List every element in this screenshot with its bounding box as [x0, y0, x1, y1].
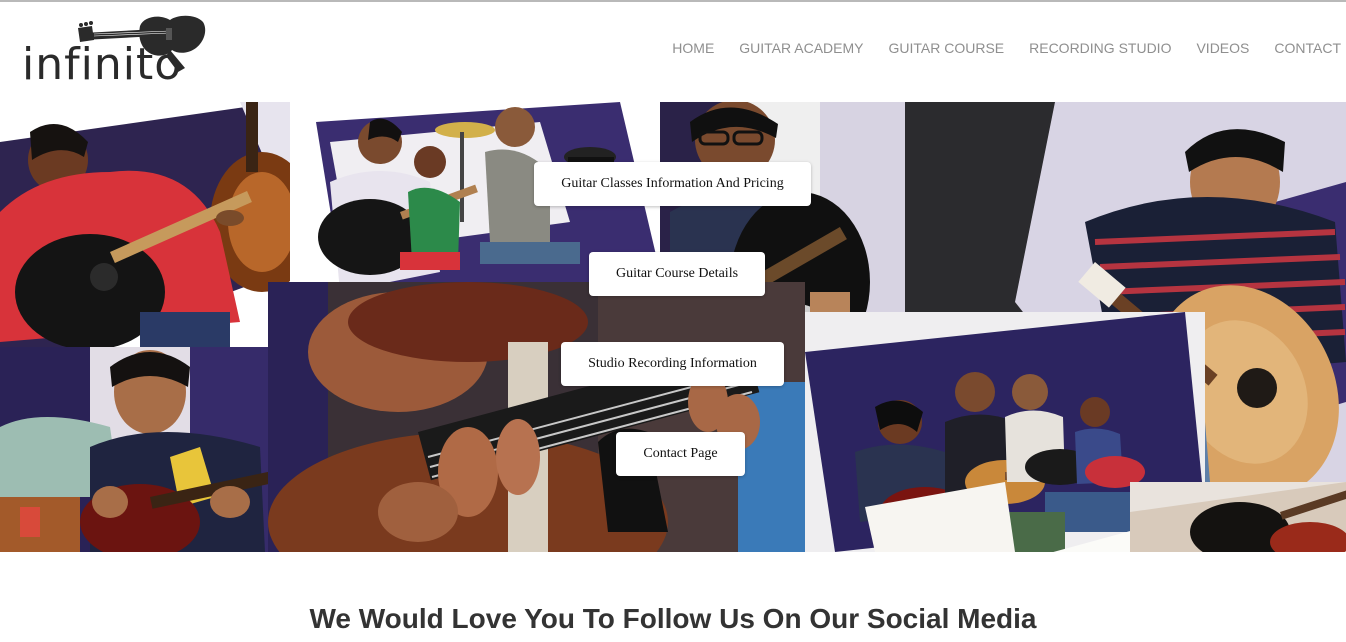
- nav-item-guitar-academy[interactable]: GUITAR ACADEMY: [727, 38, 876, 58]
- main-nav: HOME GUITAR ACADEMY GUITAR COURSE RECORD…: [660, 38, 1341, 58]
- photo-bottom-right: [1130, 482, 1346, 552]
- guitar-course-details-button[interactable]: Guitar Course Details: [589, 252, 765, 296]
- photo-guitar-closeup: [268, 282, 805, 552]
- studio-recording-info-button[interactable]: Studio Recording Information: [561, 342, 784, 386]
- photo-navy-tshirt-guitarist: [0, 347, 270, 552]
- nav-item-videos[interactable]: VIDEOS: [1184, 38, 1262, 58]
- logo-text: infinito: [22, 39, 183, 90]
- site-header: infinito HOME GUITAR ACADEMY GUITAR COUR…: [0, 2, 1346, 102]
- nav-item-home[interactable]: HOME: [660, 38, 727, 58]
- guitar-classes-pricing-button[interactable]: Guitar Classes Information And Pricing: [534, 162, 811, 206]
- social-media-heading: We Would Love You To Follow Us On Our So…: [309, 603, 1037, 634]
- nav-item-recording-studio[interactable]: RECORDING STUDIO: [1017, 38, 1184, 58]
- hero-collage: Guitar Classes Information And Pricing G…: [0, 102, 1346, 552]
- nav-item-contact[interactable]: CONTACT: [1262, 38, 1341, 58]
- site-logo[interactable]: infinito: [20, 12, 210, 90]
- nav-item-guitar-course[interactable]: GUITAR COURSE: [876, 38, 1017, 58]
- contact-page-button[interactable]: Contact Page: [616, 432, 745, 476]
